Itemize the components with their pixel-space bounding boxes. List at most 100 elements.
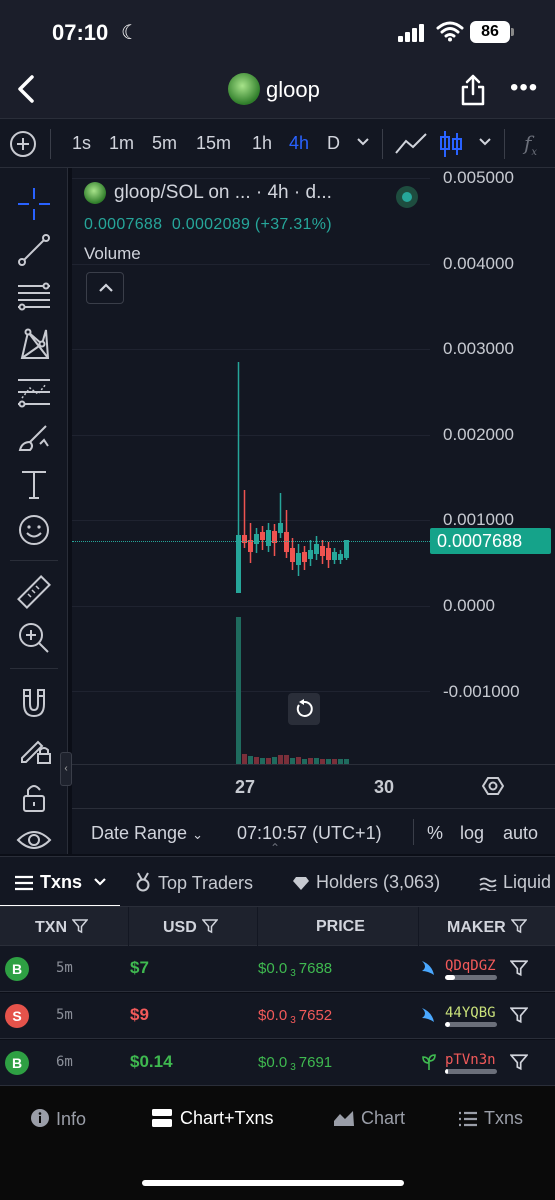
trend-line-icon[interactable] [14, 230, 54, 270]
divider [50, 129, 51, 159]
nav-chart[interactable]: Chart [333, 1108, 405, 1129]
column-usd[interactable]: USD [163, 918, 218, 937]
settings-icon[interactable] [482, 775, 504, 797]
filter-icon[interactable] [510, 959, 528, 977]
chevron-down-icon [94, 878, 106, 886]
chart-time: 07:10:57 (UTC+1) [237, 823, 382, 843]
column-maker-label: MAKER [447, 919, 506, 936]
maker-address[interactable]: pTVn3n [445, 1052, 496, 1068]
tab-holders[interactable]: Holders (3,063) [292, 872, 440, 893]
nav-chart-txns[interactable]: Chart+Txns [152, 1108, 274, 1129]
divider [10, 560, 58, 561]
txn-age: 5m [56, 1007, 73, 1023]
table-row[interactable]: B 5m $7 $0.0 3 7688 QDqDGZ [0, 946, 555, 992]
line-chart-icon[interactable] [394, 131, 428, 157]
txn-price: $0.0 3 7691 [258, 1054, 333, 1073]
tab-txns[interactable]: Txns [14, 872, 107, 893]
price-label: 0.002000 [443, 425, 514, 444]
chevron-down-icon[interactable] [356, 137, 370, 147]
ruler-icon[interactable] [14, 572, 54, 612]
pattern-icon[interactable] [14, 324, 54, 364]
nav-chart-label: Chart [361, 1108, 406, 1128]
range-bar: Date Range ⌄ 07:10:57 (UTC+1) % log auto [72, 808, 555, 854]
buy-badge: B [5, 1051, 29, 1075]
column-txn-label: TXN [35, 919, 67, 936]
divider [257, 907, 258, 947]
home-indicator [142, 1180, 404, 1186]
nav-txns-label: Txns [484, 1108, 524, 1128]
auto-toggle[interactable]: auto [503, 823, 538, 844]
txn-age: 6m [56, 1054, 73, 1070]
interval-1h[interactable]: 1h [252, 133, 272, 154]
price-chart[interactable]: gloop/SOL on ... · 4h · d... 0.0007688 0… [72, 168, 555, 808]
medal-icon [136, 872, 150, 892]
column-txn[interactable]: TXN [35, 918, 88, 937]
log-toggle[interactable]: log [460, 823, 484, 844]
collapse-toolbar-button[interactable]: ‹ [60, 752, 72, 786]
column-price: PRICE [316, 918, 365, 935]
price-candles [236, 362, 349, 593]
filter-icon[interactable] [510, 1053, 528, 1071]
text-icon[interactable] [14, 464, 54, 504]
price-axis[interactable]: 0.005000 0.004000 0.003000 0.002000 0.00… [430, 168, 555, 808]
dolphin-icon [422, 1008, 434, 1022]
filter-icon[interactable] [72, 918, 88, 934]
more-icon[interactable]: ••• [510, 76, 538, 100]
filter-icon[interactable] [510, 918, 527, 934]
interval-5m[interactable]: 5m [152, 133, 177, 154]
legend-change: 0.0002089 (+37.31%) [171, 216, 332, 233]
back-icon[interactable] [14, 74, 38, 104]
interval-1m[interactable]: 1m [109, 133, 134, 154]
buy-badge: B [5, 957, 29, 981]
fx-icon[interactable]: fx [524, 131, 537, 158]
zoom-in-icon[interactable] [14, 618, 54, 658]
column-maker[interactable]: MAKER [447, 918, 527, 937]
tab-top-traders-label: Top Traders [158, 873, 254, 893]
maker-progress [445, 1022, 497, 1027]
emoji-icon[interactable] [14, 510, 54, 550]
volume-label: Volume [84, 244, 141, 263]
add-indicator-icon[interactable] [10, 131, 36, 157]
txn-tabs: Txns Top Traders Holders (3,063) Liquid [0, 856, 555, 907]
tab-liquidity[interactable]: Liquid [479, 872, 551, 893]
time-label: 30 [374, 777, 395, 797]
table-header: TXN USD PRICE MAKER [0, 906, 555, 947]
legend-title[interactable]: gloop/SOL on ... · 4h · d... [114, 182, 332, 204]
lock-drawings-icon[interactable] [14, 728, 54, 768]
table-row[interactable]: S 5m $9 $0.0 3 7652 44YQBG [0, 993, 555, 1039]
date-range-button[interactable]: Date Range ⌄ [91, 823, 203, 844]
nav-info[interactable]: Info [30, 1108, 86, 1130]
magnet-icon[interactable] [14, 682, 54, 722]
chevron-down-icon[interactable] [478, 137, 492, 147]
maker-progress [445, 975, 497, 980]
legend-values: 0.0007688 0.0002089 (+37.31%) [84, 216, 332, 234]
tab-top-traders[interactable]: Top Traders [134, 872, 253, 894]
info-icon [31, 1109, 49, 1127]
divider [128, 907, 129, 947]
legend-toggle-button[interactable] [86, 272, 124, 304]
price-label: 0.0000 [443, 596, 495, 615]
interval-1s[interactable]: 1s [72, 133, 91, 154]
interval-15m[interactable]: 15m [196, 133, 231, 154]
brush-icon[interactable] [14, 418, 54, 458]
eye-icon[interactable] [14, 820, 54, 860]
crosshair-icon[interactable] [14, 184, 54, 224]
nav-txns[interactable]: Txns [458, 1108, 523, 1129]
filter-icon[interactable] [201, 918, 218, 934]
fib-retracement-icon[interactable] [14, 276, 54, 316]
percent-toggle[interactable]: % [427, 823, 443, 844]
maker-address[interactable]: QDqDGZ [445, 958, 496, 974]
share-icon[interactable] [460, 74, 486, 106]
filter-icon[interactable] [510, 1006, 528, 1024]
txn-usd: $9 [130, 1005, 149, 1024]
interval-d[interactable]: D [327, 133, 340, 154]
interval-4h[interactable]: 4h [289, 133, 309, 154]
txn-usd: $7 [130, 958, 149, 977]
candlestick-icon[interactable] [438, 129, 464, 159]
prediction-icon[interactable] [14, 372, 54, 412]
maker-address[interactable]: 44YQBG [445, 1005, 496, 1021]
table-row[interactable]: B 6m $0.14 $0.0 3 7691 pTVn3n [0, 1040, 555, 1086]
time-axis[interactable]: 27 30 [72, 764, 555, 808]
reset-chart-button[interactable] [288, 693, 320, 725]
unlock-icon[interactable] [14, 778, 54, 818]
